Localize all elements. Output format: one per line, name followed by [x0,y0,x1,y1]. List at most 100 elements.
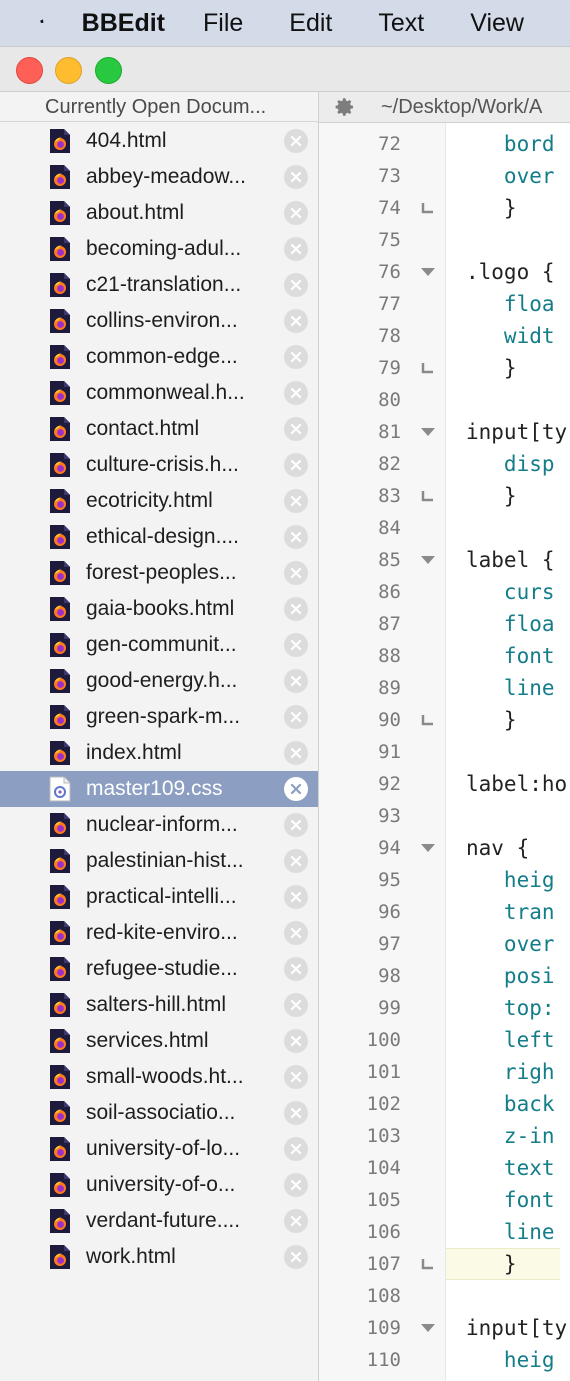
document-item[interactable]: red-kite-enviro... [0,915,318,951]
close-document-button[interactable] [284,237,308,261]
document-item[interactable]: palestinian-hist... [0,843,318,879]
close-document-button[interactable] [284,381,308,405]
fold-triangle-icon[interactable] [420,426,436,438]
code-area[interactable]: bord over } .logo { floa widt } input[ty d… [446,123,570,1381]
document-item[interactable]: refugee-studie... [0,951,318,987]
window-zoom-button[interactable] [95,57,122,84]
code-line[interactable]: floa [446,608,570,640]
document-item[interactable]: index.html [0,735,318,771]
close-document-button[interactable] [284,345,308,369]
fold-triangle-icon[interactable] [420,554,436,566]
code-line[interactable]: z-in [446,1120,570,1152]
close-document-button[interactable] [284,1209,308,1233]
code-line[interactable]: } [446,704,570,736]
document-item[interactable]: gaia-books.html [0,591,318,627]
code-line[interactable]: line [446,672,570,704]
code-line[interactable]: righ [446,1056,570,1088]
close-document-button[interactable] [284,813,308,837]
code-line[interactable]: } [446,352,570,384]
document-item[interactable]: forest-peoples... [0,555,318,591]
menu-edit[interactable]: Edit [289,9,332,38]
document-item[interactable]: work.html [0,1239,318,1275]
close-document-button[interactable] [284,705,308,729]
document-item[interactable]: culture-crisis.h... [0,447,318,483]
close-document-button[interactable] [284,561,308,585]
code-line[interactable]: over [446,160,570,192]
close-document-button[interactable] [284,489,308,513]
code-line[interactable]: floa [446,288,570,320]
code-line[interactable] [446,1280,570,1312]
code-line[interactable]: } [446,480,570,512]
code-line[interactable]: curs [446,576,570,608]
gear-icon[interactable] [335,97,355,117]
document-item[interactable]: salters-hill.html [0,987,318,1023]
document-item[interactable]: green-spark-m... [0,699,318,735]
close-document-button[interactable] [284,273,308,297]
document-item[interactable]: commonweal.h... [0,375,318,411]
code-line[interactable]: .logo { [446,256,570,288]
document-item[interactable]: ecotricity.html [0,483,318,519]
document-item[interactable]: collins-environ... [0,303,318,339]
document-item[interactable]: practical-intelli... [0,879,318,915]
close-document-button[interactable] [284,669,308,693]
code-line[interactable]: } [446,1248,570,1280]
code-line[interactable]: label:ho [446,768,570,800]
document-item[interactable]: common-edge... [0,339,318,375]
document-item[interactable]: ethical-design.... [0,519,318,555]
document-item[interactable]: soil-associatio... [0,1095,318,1131]
document-item[interactable]: master109.css [0,771,318,807]
close-document-button[interactable] [284,1029,308,1053]
close-document-button[interactable] [284,1137,308,1161]
window-close-button[interactable] [16,57,43,84]
fold-triangle-icon[interactable] [420,1322,436,1334]
document-item[interactable]: services.html [0,1023,318,1059]
code-line[interactable]: label { [446,544,570,576]
fold-triangle-icon[interactable] [420,266,436,278]
close-document-button[interactable] [284,885,308,909]
code-line[interactable]: top: [446,992,570,1024]
fold-triangle-icon[interactable] [420,842,436,854]
window-titlebar[interactable] [0,47,570,92]
close-document-button[interactable] [284,201,308,225]
code-line[interactable]: font [446,640,570,672]
document-item[interactable]: verdant-future.... [0,1203,318,1239]
code-line[interactable]: over [446,928,570,960]
close-document-button[interactable] [284,777,308,801]
close-document-button[interactable] [284,1101,308,1125]
close-document-button[interactable] [284,1065,308,1089]
document-item[interactable]: c21-translation... [0,267,318,303]
sidebar-header[interactable]: Currently Open Docum... [0,92,318,122]
close-document-button[interactable] [284,417,308,441]
file-path[interactable]: ~/Desktop/Work/A [381,92,542,122]
code-line[interactable]: text [446,1152,570,1184]
code-line[interactable]: heig [446,864,570,896]
close-document-button[interactable] [284,453,308,477]
document-item[interactable]: abbey-meadow... [0,159,318,195]
document-item[interactable]: university-of-o... [0,1167,318,1203]
document-item[interactable]: about.html [0,195,318,231]
app-name-menu[interactable]: BBEdit [82,9,165,38]
code-line[interactable]: nav { [446,832,570,864]
code-line[interactable]: widt [446,320,570,352]
menu-text[interactable]: Text [378,9,424,38]
close-document-button[interactable] [284,1245,308,1269]
code-line[interactable]: } [446,192,570,224]
document-item[interactable]: gen-communit... [0,627,318,663]
close-document-button[interactable] [284,921,308,945]
apple-icon[interactable] [40,3,44,39]
document-item[interactable]: small-woods.ht... [0,1059,318,1095]
close-document-button[interactable] [284,525,308,549]
document-item[interactable]: good-energy.h... [0,663,318,699]
document-item[interactable]: nuclear-inform... [0,807,318,843]
code-line[interactable]: input[ty [446,1312,570,1344]
close-document-button[interactable] [284,993,308,1017]
code-line[interactable]: line [446,1216,570,1248]
menu-view[interactable]: View [470,9,524,38]
code-line[interactable]: left [446,1024,570,1056]
code-line[interactable] [446,512,570,544]
code-line[interactable]: posi [446,960,570,992]
code-line[interactable]: input[ty [446,416,570,448]
code-line[interactable] [446,736,570,768]
menu-file[interactable]: File [203,9,243,38]
code-line[interactable]: heig [446,1344,570,1376]
